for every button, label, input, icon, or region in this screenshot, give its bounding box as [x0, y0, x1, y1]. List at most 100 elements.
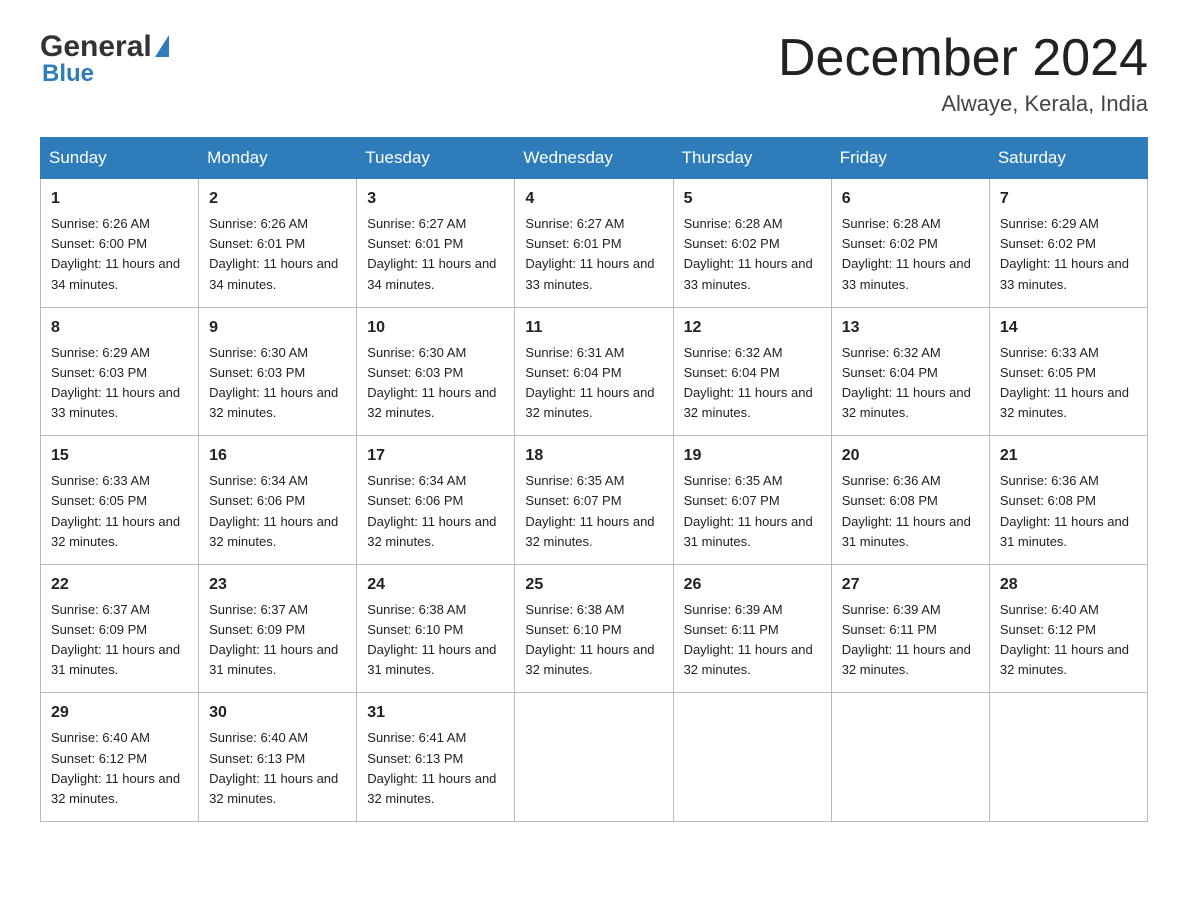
day-info: Sunrise: 6:31 AMSunset: 6:04 PMDaylight:… [525, 345, 654, 420]
calendar-cell: 5Sunrise: 6:28 AMSunset: 6:02 PMDaylight… [673, 179, 831, 308]
day-number: 18 [525, 444, 662, 468]
day-info: Sunrise: 6:34 AMSunset: 6:06 PMDaylight:… [367, 473, 496, 548]
day-number: 2 [209, 187, 346, 211]
day-info: Sunrise: 6:40 AMSunset: 6:12 PMDaylight:… [1000, 602, 1129, 677]
calendar-cell [515, 693, 673, 822]
day-header-friday: Friday [831, 138, 989, 179]
day-info: Sunrise: 6:35 AMSunset: 6:07 PMDaylight:… [525, 473, 654, 548]
day-number: 31 [367, 701, 504, 725]
day-info: Sunrise: 6:32 AMSunset: 6:04 PMDaylight:… [684, 345, 813, 420]
day-number: 17 [367, 444, 504, 468]
calendar-cell: 12 Sunrise: 6:32 AMSunset: 6:04 PMDayligh… [673, 307, 831, 436]
day-info: Sunrise: 6:35 AMSunset: 6:07 PMDaylight:… [684, 473, 813, 548]
calendar-cell: 11 Sunrise: 6:31 AMSunset: 6:04 PMDayligh… [515, 307, 673, 436]
day-number: 16 [209, 444, 346, 468]
day-header-saturday: Saturday [989, 138, 1147, 179]
logo-blue-text: Blue [42, 60, 94, 88]
day-info: Sunrise: 6:41 AMSunset: 6:13 PMDaylight:… [367, 730, 496, 805]
location-subtitle: Alwaye, Kerala, India [778, 91, 1148, 117]
calendar-cell: 18 Sunrise: 6:35 AMSunset: 6:07 PMDayligh… [515, 436, 673, 565]
day-info: Sunrise: 6:26 AMSunset: 6:01 PMDaylight:… [209, 216, 338, 291]
day-number: 30 [209, 701, 346, 725]
calendar-cell: 31 Sunrise: 6:41 AMSunset: 6:13 PMDayligh… [357, 693, 515, 822]
day-info: Sunrise: 6:37 AMSunset: 6:09 PMDaylight:… [51, 602, 180, 677]
day-info: Sunrise: 6:29 AMSunset: 6:03 PMDaylight:… [51, 345, 180, 420]
day-info: Sunrise: 6:40 AMSunset: 6:13 PMDaylight:… [209, 730, 338, 805]
day-number: 14 [1000, 316, 1137, 340]
calendar-cell: 26 Sunrise: 6:39 AMSunset: 6:11 PMDayligh… [673, 564, 831, 693]
calendar-week-row: 15 Sunrise: 6:33 AMSunset: 6:05 PMDayligh… [41, 436, 1148, 565]
calendar-cell: 22 Sunrise: 6:37 AMSunset: 6:09 PMDayligh… [41, 564, 199, 693]
calendar-cell: 30 Sunrise: 6:40 AMSunset: 6:13 PMDayligh… [199, 693, 357, 822]
calendar-cell: 9Sunrise: 6:30 AMSunset: 6:03 PMDaylight… [199, 307, 357, 436]
day-header-thursday: Thursday [673, 138, 831, 179]
calendar-cell: 14 Sunrise: 6:33 AMSunset: 6:05 PMDayligh… [989, 307, 1147, 436]
day-number: 5 [684, 187, 821, 211]
calendar-cell: 20 Sunrise: 6:36 AMSunset: 6:08 PMDayligh… [831, 436, 989, 565]
day-number: 12 [684, 316, 821, 340]
calendar-week-row: 29Sunrise: 6:40 AMSunset: 6:12 PMDayligh… [41, 693, 1148, 822]
title-area: December 2024 Alwaye, Kerala, India [778, 30, 1148, 117]
day-info: Sunrise: 6:27 AMSunset: 6:01 PMDaylight:… [525, 216, 654, 291]
day-number: 21 [1000, 444, 1137, 468]
calendar-cell: 8 Sunrise: 6:29 AMSunset: 6:03 PMDaylight… [41, 307, 199, 436]
calendar-cell: 15 Sunrise: 6:33 AMSunset: 6:05 PMDayligh… [41, 436, 199, 565]
day-number: 19 [684, 444, 821, 468]
day-number: 15 [51, 444, 188, 468]
calendar-cell [831, 693, 989, 822]
calendar-cell: 13Sunrise: 6:32 AMSunset: 6:04 PMDayligh… [831, 307, 989, 436]
calendar-header-row: SundayMondayTuesdayWednesdayThursdayFrid… [41, 138, 1148, 179]
day-number: 11 [525, 316, 662, 340]
day-info: Sunrise: 6:33 AMSunset: 6:05 PMDaylight:… [51, 473, 180, 548]
calendar-cell: 27Sunrise: 6:39 AMSunset: 6:11 PMDayligh… [831, 564, 989, 693]
month-title: December 2024 [778, 30, 1148, 87]
page-header: General Blue December 2024 Alwaye, Keral… [40, 30, 1148, 117]
logo-triangle-icon [155, 35, 169, 57]
calendar-cell: 4 Sunrise: 6:27 AMSunset: 6:01 PMDaylight… [515, 179, 673, 308]
calendar-cell: 23 Sunrise: 6:37 AMSunset: 6:09 PMDayligh… [199, 564, 357, 693]
calendar-cell: 6Sunrise: 6:28 AMSunset: 6:02 PMDaylight… [831, 179, 989, 308]
day-number: 22 [51, 573, 188, 597]
calendar-week-row: 1 Sunrise: 6:26 AMSunset: 6:00 PMDaylight… [41, 179, 1148, 308]
day-number: 7 [1000, 187, 1137, 211]
day-number: 26 [684, 573, 821, 597]
calendar-cell: 29Sunrise: 6:40 AMSunset: 6:12 PMDayligh… [41, 693, 199, 822]
day-header-sunday: Sunday [41, 138, 199, 179]
day-info: Sunrise: 6:30 AMSunset: 6:03 PMDaylight:… [367, 345, 496, 420]
day-info: Sunrise: 6:30 AMSunset: 6:03 PMDaylight:… [209, 345, 338, 420]
calendar-cell: 3Sunrise: 6:27 AMSunset: 6:01 PMDaylight… [357, 179, 515, 308]
day-header-tuesday: Tuesday [357, 138, 515, 179]
day-info: Sunrise: 6:39 AMSunset: 6:11 PMDaylight:… [842, 602, 971, 677]
calendar-cell: 19 Sunrise: 6:35 AMSunset: 6:07 PMDayligh… [673, 436, 831, 565]
day-number: 20 [842, 444, 979, 468]
day-number: 25 [525, 573, 662, 597]
day-info: Sunrise: 6:37 AMSunset: 6:09 PMDaylight:… [209, 602, 338, 677]
day-info: Sunrise: 6:32 AMSunset: 6:04 PMDaylight:… [842, 345, 971, 420]
calendar-cell: 24Sunrise: 6:38 AMSunset: 6:10 PMDayligh… [357, 564, 515, 693]
day-number: 1 [51, 187, 188, 211]
calendar-cell: 1 Sunrise: 6:26 AMSunset: 6:00 PMDaylight… [41, 179, 199, 308]
logo-general-text: General [40, 30, 152, 64]
day-number: 4 [525, 187, 662, 211]
day-number: 10 [367, 316, 504, 340]
day-info: Sunrise: 6:36 AMSunset: 6:08 PMDaylight:… [842, 473, 971, 548]
day-info: Sunrise: 6:26 AMSunset: 6:00 PMDaylight:… [51, 216, 180, 291]
calendar-cell: 17 Sunrise: 6:34 AMSunset: 6:06 PMDayligh… [357, 436, 515, 565]
day-info: Sunrise: 6:39 AMSunset: 6:11 PMDaylight:… [684, 602, 813, 677]
day-number: 24 [367, 573, 504, 597]
calendar-cell [989, 693, 1147, 822]
day-header-wednesday: Wednesday [515, 138, 673, 179]
calendar-cell: 7 Sunrise: 6:29 AMSunset: 6:02 PMDaylight… [989, 179, 1147, 308]
day-info: Sunrise: 6:28 AMSunset: 6:02 PMDaylight:… [842, 216, 971, 291]
day-info: Sunrise: 6:38 AMSunset: 6:10 PMDaylight:… [525, 602, 654, 677]
calendar-table: SundayMondayTuesdayWednesdayThursdayFrid… [40, 137, 1148, 822]
calendar-cell [673, 693, 831, 822]
day-info: Sunrise: 6:29 AMSunset: 6:02 PMDaylight:… [1000, 216, 1129, 291]
day-number: 8 [51, 316, 188, 340]
day-info: Sunrise: 6:27 AMSunset: 6:01 PMDaylight:… [367, 216, 496, 291]
day-number: 28 [1000, 573, 1137, 597]
day-info: Sunrise: 6:33 AMSunset: 6:05 PMDaylight:… [1000, 345, 1129, 420]
day-number: 23 [209, 573, 346, 597]
calendar-cell: 28 Sunrise: 6:40 AMSunset: 6:12 PMDayligh… [989, 564, 1147, 693]
logo: General Blue [40, 30, 169, 88]
